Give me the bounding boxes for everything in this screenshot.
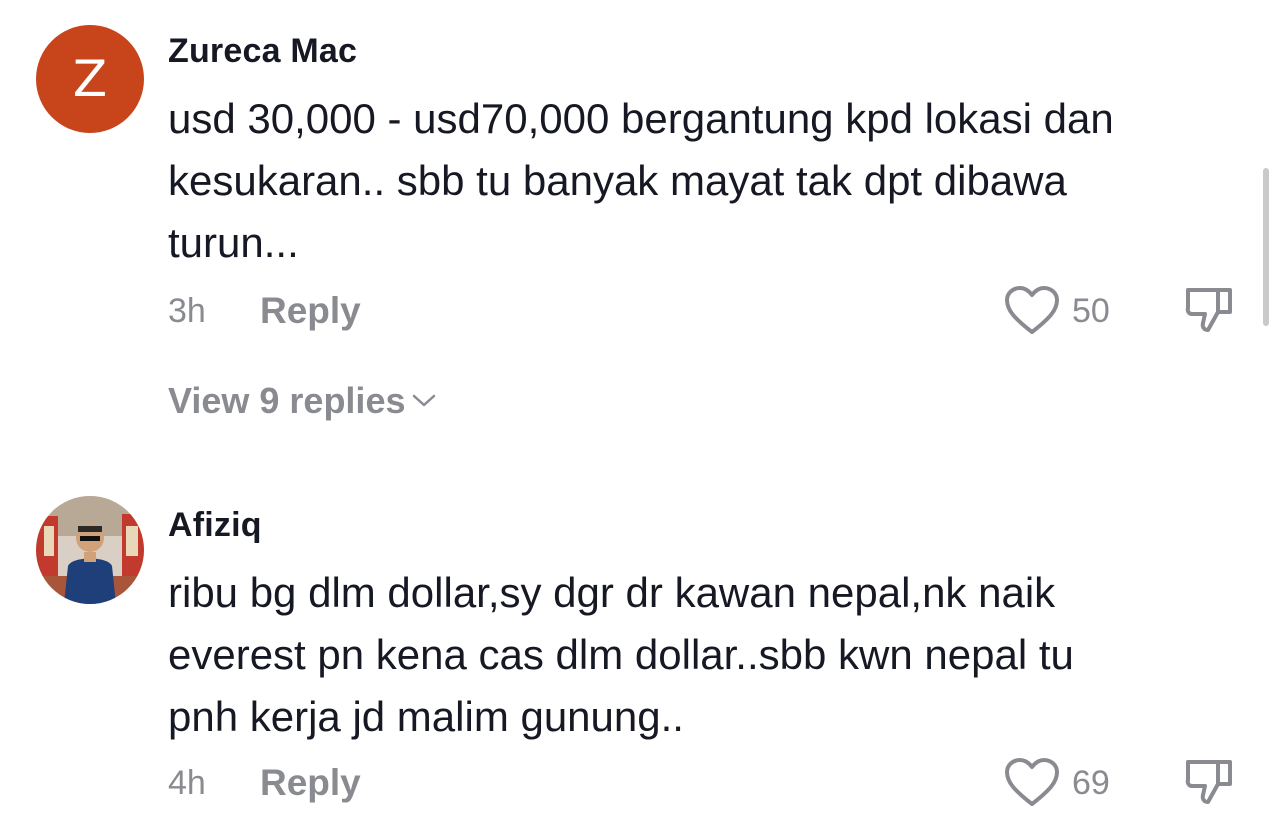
comment-text: ribu bg dlm dollar,sy dgr dr kawan nepal… — [168, 569, 1074, 740]
heart-icon[interactable] — [1004, 758, 1060, 808]
profile-photo-icon — [36, 496, 144, 604]
view-replies-button[interactable]: View 9 replies — [168, 380, 437, 422]
comment-item: Z Zureca Mac usd 30,000 - usd70,000 berg… — [0, 0, 1280, 450]
avatar-letter: Z — [72, 50, 108, 108]
reply-button[interactable]: Reply — [260, 290, 361, 332]
scrollbar[interactable] — [1263, 168, 1269, 326]
heart-icon[interactable] — [1004, 286, 1060, 336]
view-replies-label: View 9 replies — [168, 380, 406, 421]
like-count: 50 — [1072, 292, 1110, 330]
username[interactable]: Afiziq — [168, 506, 262, 545]
comment-time: 4h — [168, 764, 206, 802]
thumbs-down-icon[interactable] — [1184, 756, 1236, 808]
comment-time: 3h — [168, 292, 206, 330]
comment-text: usd 30,000 - usd70,000 bergantung kpd lo… — [168, 95, 1114, 266]
chevron-down-icon — [413, 394, 436, 407]
thumbs-down-icon[interactable] — [1184, 284, 1236, 336]
comment-item: Afiziq ribu bg dlm dollar,sy dgr dr kawa… — [0, 490, 1280, 817]
avatar[interactable] — [36, 496, 144, 604]
avatar[interactable]: Z — [36, 25, 144, 133]
like-count: 69 — [1072, 764, 1110, 802]
reply-button[interactable]: Reply — [260, 762, 361, 804]
username[interactable]: Zureca Mac — [168, 32, 357, 71]
